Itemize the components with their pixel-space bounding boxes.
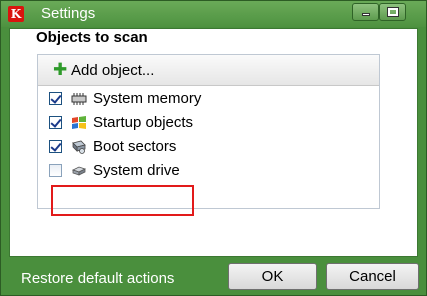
cancel-button[interactable]: Cancel bbox=[326, 263, 419, 290]
system-drive-checkbox[interactable] bbox=[49, 164, 62, 177]
system-memory-checkbox[interactable] bbox=[49, 92, 62, 105]
minimize-button[interactable] bbox=[352, 3, 379, 21]
close-button[interactable] bbox=[379, 3, 406, 21]
settings-window: K Settings Objects to scan ✚ Add object.… bbox=[0, 0, 427, 296]
list-item-boot-sectors[interactable]: Boot sectors bbox=[49, 137, 369, 159]
boot-sectors-label: Boot sectors bbox=[93, 138, 177, 155]
system-drive-highlight bbox=[51, 185, 194, 216]
boot-sector-icon bbox=[72, 140, 86, 154]
windows-flag-icon bbox=[72, 116, 86, 129]
kaspersky-logo-icon: K bbox=[8, 6, 24, 22]
list-item-system-drive[interactable]: System drive bbox=[49, 161, 369, 183]
add-object-label: Add object... bbox=[71, 62, 155, 79]
system-drive-label: System drive bbox=[93, 162, 180, 179]
ok-button[interactable]: OK bbox=[228, 263, 317, 290]
boot-sectors-checkbox[interactable] bbox=[49, 140, 62, 153]
system-memory-label: System memory bbox=[93, 90, 202, 107]
startup-objects-checkbox[interactable] bbox=[49, 116, 62, 129]
window-control-icon bbox=[387, 7, 399, 17]
title-bar[interactable]: K Settings bbox=[1, 1, 426, 27]
plus-icon: ✚ bbox=[53, 60, 68, 79]
window-title: Settings bbox=[41, 5, 96, 22]
memory-chip-icon bbox=[71, 93, 87, 105]
list-item-system-memory[interactable]: System memory bbox=[49, 89, 369, 111]
hard-drive-icon bbox=[71, 166, 87, 176]
minimize-icon bbox=[362, 13, 370, 16]
list-item-startup-objects[interactable]: Startup objects bbox=[49, 113, 369, 135]
restore-default-actions-link[interactable]: Restore default actions bbox=[21, 270, 174, 287]
add-object-button[interactable]: ✚ Add object... bbox=[38, 55, 379, 86]
startup-objects-label: Startup objects bbox=[93, 114, 194, 131]
section-title: Objects to scan bbox=[36, 29, 148, 46]
